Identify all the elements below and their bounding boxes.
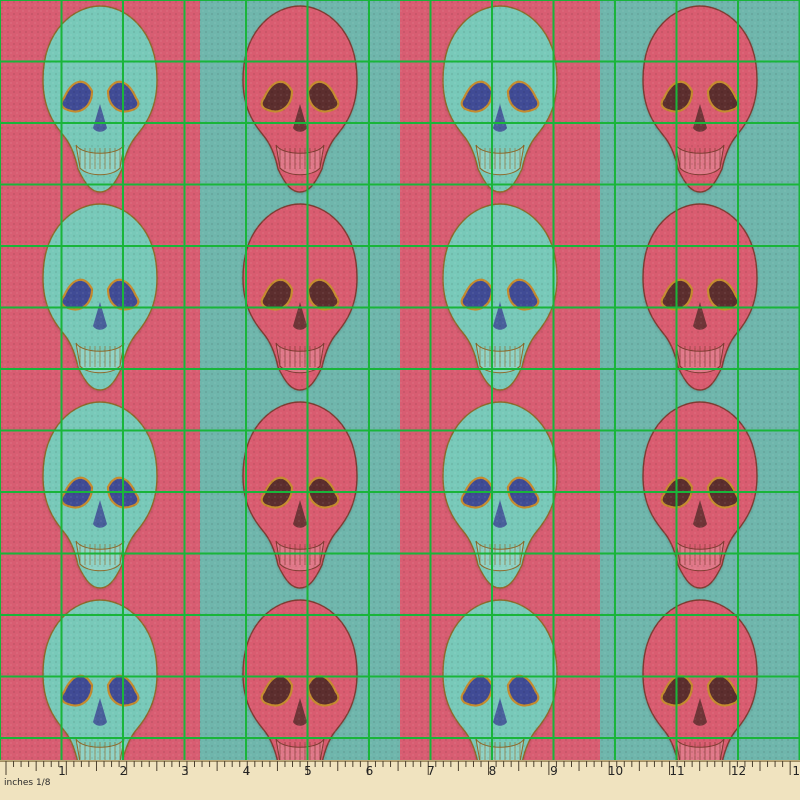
ruler-number: 9 xyxy=(550,764,558,778)
ruler-number: 12 xyxy=(731,764,746,778)
halftone-overlay xyxy=(0,0,800,760)
ruler-number: 13 xyxy=(792,764,800,778)
ruler-number: 6 xyxy=(366,764,374,778)
ruler-number: 7 xyxy=(427,764,435,778)
fabric-preview: inches 1/8 12345678910111213 xyxy=(0,0,800,800)
inch-ruler: inches 1/8 12345678910111213 xyxy=(0,760,800,800)
ruler-number: 11 xyxy=(669,764,684,778)
pattern-swatch xyxy=(0,0,800,760)
ruler-number: 1 xyxy=(58,764,66,778)
ruler-number: 5 xyxy=(304,764,312,778)
ruler-units-label: inches 1/8 xyxy=(4,778,51,788)
skull-pattern-art xyxy=(0,0,800,760)
ruler-number: 10 xyxy=(608,764,623,778)
ruler-number: 4 xyxy=(243,764,251,778)
ruler-number: 3 xyxy=(181,764,189,778)
ruler-ticks: 12345678910111213 xyxy=(0,761,800,778)
ruler-number: 8 xyxy=(489,764,497,778)
ruler-number: 2 xyxy=(120,764,128,778)
